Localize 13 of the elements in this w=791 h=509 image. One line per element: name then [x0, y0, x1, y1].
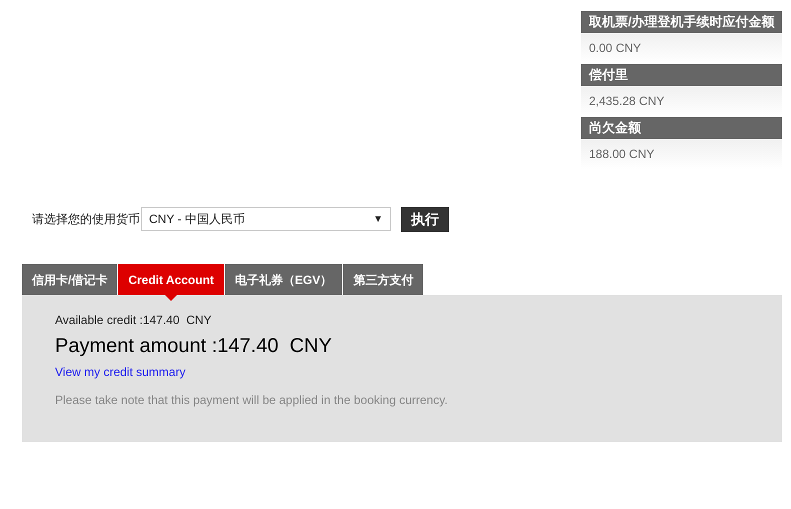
payment-amount: Payment amount :147.40 CNY	[55, 334, 332, 359]
credit-summary-link[interactable]: View my credit summary	[55, 363, 186, 381]
summary-header: 取机票/办理登机手续时应付金额	[581, 11, 782, 33]
summary-header: 偿付里	[581, 64, 782, 86]
currency-select[interactable]: CNY - 中国人民币 ▼	[141, 207, 391, 231]
summary-header: 尚欠金额	[581, 117, 782, 139]
currency-label: 请选择您的使用货币	[32, 211, 140, 228]
payment-tab[interactable]: 信用卡/借记卡	[22, 264, 118, 295]
execute-button[interactable]: 执行	[401, 206, 449, 232]
currency-note: Please take note that this payment will be applied in the booking currency.	[55, 392, 448, 409]
available-credit: Available credit :147.40 CNY	[55, 312, 212, 329]
payment-tab[interactable]: 电子礼券（EGV）	[224, 264, 342, 295]
payment-tab[interactable]: 第三方支付	[343, 264, 424, 295]
